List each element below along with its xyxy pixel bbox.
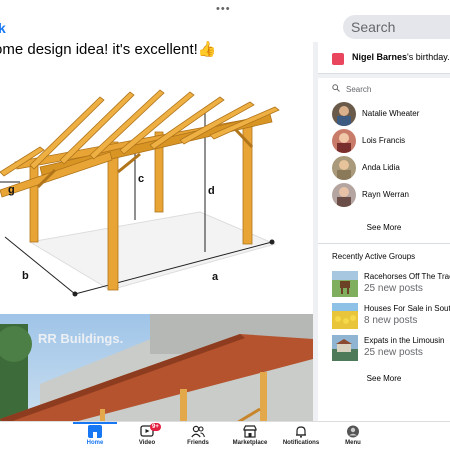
- nav-label: Home: [86, 440, 104, 446]
- contact-item-lois[interactable]: Lois Francis: [332, 129, 450, 153]
- nav-friends[interactable]: Friends: [168, 425, 228, 446]
- screen: ••• k Search ome design idea! it's excel…: [0, 0, 450, 450]
- bell-icon: [296, 426, 306, 438]
- group-new-posts: 25 new posts: [364, 283, 423, 294]
- avatar: [332, 129, 356, 153]
- pergola-diagram: g c d b a: [0, 89, 280, 297]
- group-thumbnail: [332, 271, 358, 297]
- avatar: [332, 102, 356, 126]
- birthday-name[interactable]: Nigel Barnes: [352, 52, 407, 62]
- dim-label-b: b: [22, 270, 29, 282]
- gift-icon: [332, 53, 344, 65]
- nav-label: Friends: [187, 440, 209, 446]
- dim-label-a: a: [212, 271, 219, 283]
- contacts-search-label: Search: [346, 85, 372, 94]
- group-name: Racehorses Off The Track: [364, 272, 450, 281]
- contact-name: Lois Francis: [362, 136, 406, 145]
- group-item-racehorses[interactable]: Racehorses Off The Track 25 new posts: [332, 271, 450, 297]
- group-thumbnail: [332, 335, 358, 361]
- nav-home[interactable]: Home: [65, 425, 125, 446]
- avatar: [332, 183, 356, 207]
- search-input[interactable]: Search: [343, 15, 450, 39]
- group-new-posts: 8 new posts: [364, 315, 418, 326]
- groups-panel: Recently Active Groups Racehorses Off Th…: [318, 243, 450, 435]
- active-tab-indicator: [73, 422, 117, 424]
- nav-label: Notifications: [282, 440, 320, 446]
- marketplace-icon: [243, 425, 257, 438]
- groups-title: Recently Active Groups: [332, 252, 416, 261]
- profile-avatar-icon: [347, 425, 359, 438]
- contacts-see-more-button[interactable]: See More: [318, 223, 450, 232]
- contact-name: Natalie Wheater: [362, 109, 420, 118]
- contact-item-rayn[interactable]: Rayn Werran: [332, 183, 450, 207]
- group-name: Expats in the Limousin: [364, 336, 445, 345]
- dim-label-d: d: [208, 185, 215, 197]
- nav-label: Video: [138, 440, 156, 446]
- friends-icon: [191, 425, 205, 438]
- nav-label: Menu: [345, 440, 361, 446]
- nav-label: Marketplace: [232, 440, 268, 446]
- contact-name: Anda Lidia: [362, 163, 400, 172]
- contact-name: Rayn Werran: [362, 190, 409, 199]
- bottom-nav: Home 9+ Video Friends Marketplace Notifi…: [0, 421, 450, 450]
- group-name: Houses For Sale in South: [364, 304, 450, 313]
- watermark-text: RR Buildings.: [38, 331, 123, 346]
- birthday-card[interactable]: Nigel Barnes's birthday.: [318, 42, 450, 74]
- group-item-expats[interactable]: Expats in the Limousin 25 new posts: [332, 335, 450, 361]
- right-rail: Nigel Barnes's birthday. Search Natalie …: [318, 42, 450, 435]
- group-thumbnail: [332, 303, 358, 329]
- contact-item-natalie[interactable]: Natalie Wheater: [332, 102, 450, 126]
- nav-notifications[interactable]: Notifications: [271, 425, 331, 446]
- dim-label-c: c: [138, 173, 144, 185]
- dim-label-g: g: [8, 184, 15, 196]
- birthday-suffix: 's birthday.: [407, 52, 450, 62]
- pergola-diagram-image[interactable]: g c d b a: [0, 62, 313, 312]
- groups-see-more-button[interactable]: See More: [318, 374, 450, 383]
- nav-menu[interactable]: Menu: [323, 425, 383, 446]
- home-icon: [88, 425, 102, 438]
- post-card: ome design idea! it's excellent!👍 g c d …: [0, 38, 313, 450]
- contact-item-anda[interactable]: Anda Lidia: [332, 156, 450, 180]
- contacts-search[interactable]: Search: [332, 84, 371, 94]
- birthday-text: Nigel Barnes's birthday.: [352, 52, 450, 62]
- group-item-houses[interactable]: Houses For Sale in South 8 new posts: [332, 303, 450, 329]
- video-badge: 9+: [150, 423, 161, 431]
- group-new-posts: 25 new posts: [364, 347, 423, 358]
- back-link[interactable]: k: [0, 20, 6, 36]
- avatar: [332, 156, 356, 180]
- more-dots-icon[interactable]: •••: [216, 3, 231, 15]
- search-icon: [332, 84, 340, 94]
- post-text: ome design idea! it's excellent!👍: [0, 41, 217, 58]
- top-bar: ••• k Search: [0, 0, 450, 42]
